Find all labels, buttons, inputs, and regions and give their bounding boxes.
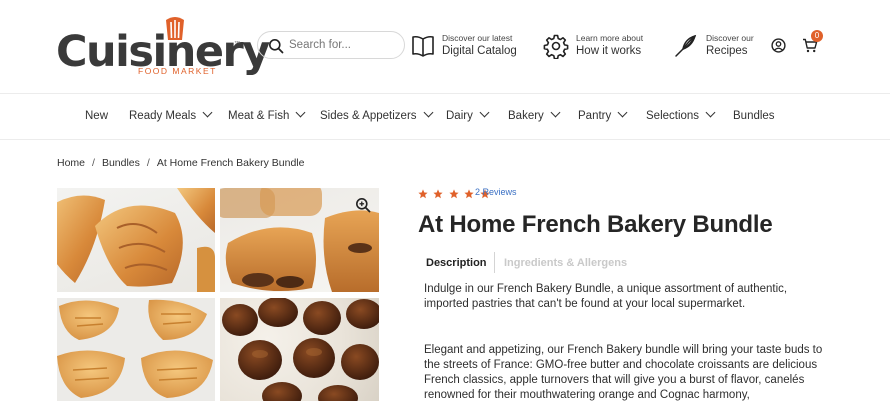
apple-turnovers-image <box>57 299 213 398</box>
nav-label: Meat & Fish <box>228 110 290 122</box>
nav-item-bakery[interactable]: Bakery <box>508 107 561 122</box>
reviews-link[interactable]: 2 Reviews <box>475 187 517 197</box>
nav-item-ready-meals[interactable]: Ready Meals <box>129 107 213 122</box>
promo-main-text: Recipes <box>706 45 748 57</box>
nav-label: Bundles <box>733 110 775 122</box>
promo-recipes[interactable]: Discover our Recipes <box>673 32 763 62</box>
chevron-down-icon <box>202 107 213 118</box>
nav-label: Pantry <box>578 110 612 122</box>
logo-tagline: FOOD MARKET <box>138 66 217 76</box>
tab-ingredients-allergens[interactable]: Ingredients & Allergens <box>504 257 627 269</box>
nav-item-pantry[interactable]: Pantry <box>578 107 628 122</box>
account-icon[interactable] <box>771 38 786 53</box>
breadcrumb-current: At Home French Bakery Bundle <box>156 157 305 169</box>
nav-item-sides-appetizers[interactable]: Sides & Appetizers <box>320 107 433 122</box>
tab-divider <box>494 252 495 273</box>
chevron-down-icon <box>423 107 433 118</box>
star-icon <box>464 189 474 199</box>
logo-trademark: ™ <box>234 41 240 47</box>
star-icon <box>449 189 459 199</box>
cuisinery-logo[interactable]: Cuisinery ™ FOOD MARKET <box>56 14 270 80</box>
star-icon <box>433 189 444 199</box>
chevron-down-icon <box>479 107 490 118</box>
promo-small-text: Discover our <box>706 33 754 43</box>
chevron-down-icon <box>295 107 306 118</box>
zoom-icon[interactable] <box>355 197 371 213</box>
promo-main-text: How it works <box>576 45 642 57</box>
nav-item-meat-fish[interactable]: Meat & Fish <box>228 107 306 122</box>
search-icon[interactable] <box>268 38 284 54</box>
search-box[interactable] <box>257 31 405 59</box>
gear-icon <box>543 34 569 59</box>
nav-item-bundles[interactable]: Bundles <box>733 110 775 122</box>
nav-label: Selections <box>646 110 700 122</box>
tab-description[interactable]: Description <box>426 257 487 269</box>
search-input[interactable] <box>289 36 399 54</box>
description-paragraph: Indulge in our French Bakery Bundle, a u… <box>424 283 788 310</box>
breadcrumb-separator: / <box>92 157 95 169</box>
promo-small-text: Learn more about <box>576 33 644 43</box>
whisk-icon <box>675 34 697 57</box>
chevron-down-icon <box>550 107 561 118</box>
product-image-apple-turnovers[interactable] <box>57 298 215 401</box>
site-header: Cuisinery ™ FOOD MARKET Discover our lat… <box>0 0 890 93</box>
chevron-down-icon <box>617 107 628 118</box>
product-image-chocolate-croissants[interactable] <box>220 188 379 292</box>
breadcrumb-home[interactable]: Home <box>57 157 85 169</box>
breadcrumb-bundles[interactable]: Bundles <box>102 157 140 169</box>
cart-count-badge: 0 <box>811 30 823 42</box>
croissants-image <box>57 188 215 292</box>
breadcrumb: Home / Bundles / At Home French Bakery Bundl… <box>57 157 304 169</box>
main-nav: New Ready Meals Meat & Fish Sides & Appe… <box>0 93 890 140</box>
nav-label: Bakery <box>508 110 544 122</box>
nav-item-new[interactable]: New <box>85 110 108 122</box>
book-icon <box>412 35 434 57</box>
chevron-down-icon <box>705 107 716 118</box>
product-image-caneles[interactable] <box>220 298 379 401</box>
description-paragraph: Elegant and appetizing, our French Baker… <box>424 344 823 401</box>
star-icon <box>418 189 428 199</box>
product-image-croissants[interactable] <box>57 188 215 292</box>
nav-item-selections[interactable]: Selections <box>646 107 716 122</box>
nav-item-dairy[interactable]: Dairy <box>446 107 490 122</box>
breadcrumb-separator: / <box>146 157 150 169</box>
product-title: At Home French Bakery Bundle <box>418 211 773 238</box>
nav-label: Dairy <box>446 110 473 122</box>
nav-label: Sides & Appetizers <box>320 110 417 122</box>
promo-how-it-works[interactable]: Learn more about How it works <box>543 32 653 62</box>
promo-small-text: Discover our latest <box>442 33 513 43</box>
promo-digital-catalog[interactable]: Discover our latest Digital Catalog <box>410 32 520 62</box>
nav-label: New <box>85 110 109 122</box>
caneles-image <box>222 298 379 401</box>
promo-main-text: Digital Catalog <box>442 45 517 57</box>
nav-label: Ready Meals <box>129 110 197 122</box>
